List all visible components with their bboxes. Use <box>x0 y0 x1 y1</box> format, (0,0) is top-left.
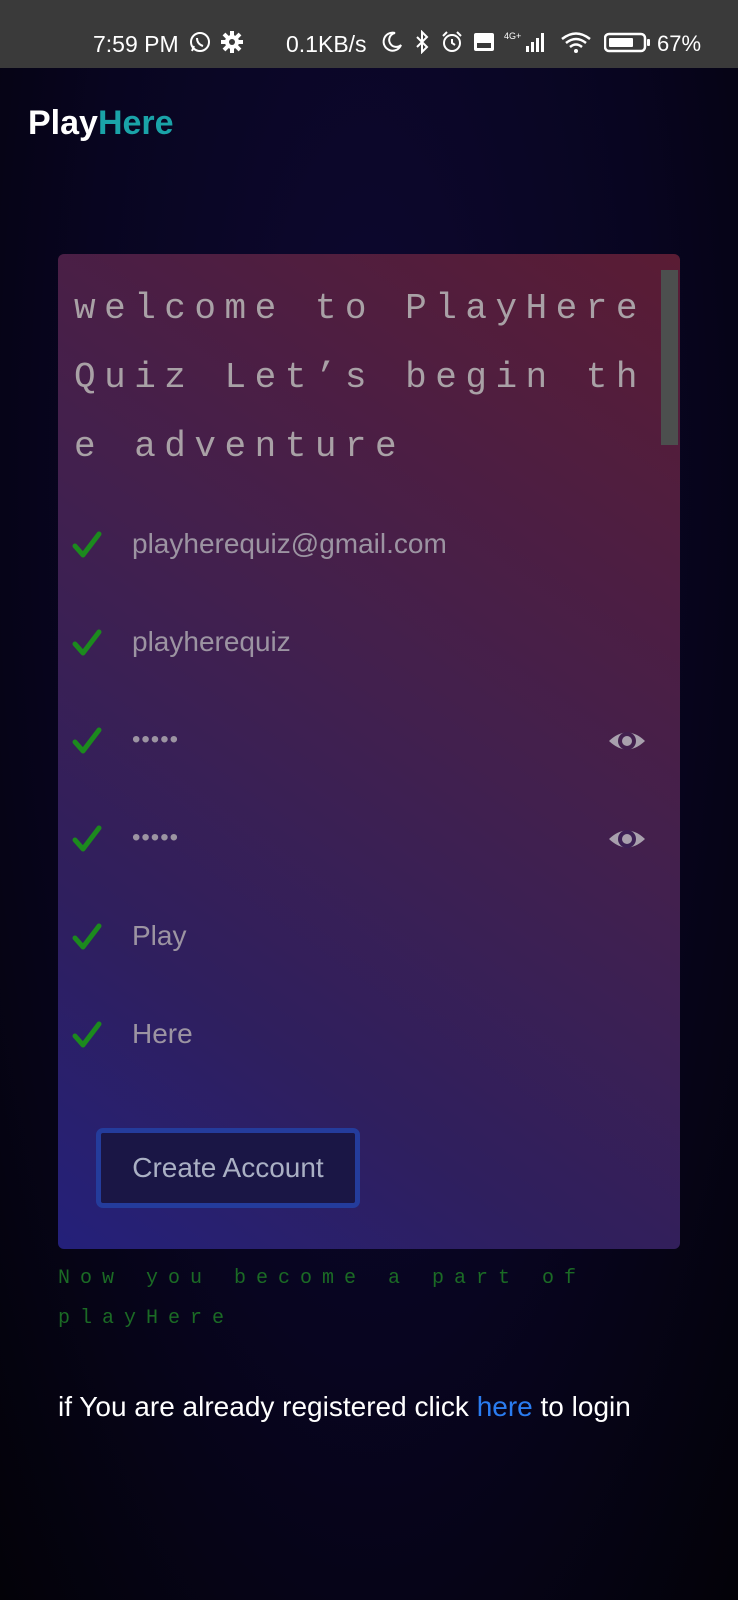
bluetooth-icon <box>416 30 429 54</box>
confirm-password-value: ••••• <box>132 824 180 851</box>
create-account-button[interactable]: Create Account <box>96 1128 360 1208</box>
brand-here: Here <box>97 104 174 142</box>
first-name-field[interactable]: Play <box>72 916 662 966</box>
username-field[interactable]: playherequiz <box>72 622 662 672</box>
eye-icon[interactable] <box>608 822 646 856</box>
moon-icon <box>382 31 402 52</box>
alarm-icon <box>442 31 462 52</box>
welcome-heading: welcome to PlayHere Quiz Let’s begin the… <box>74 288 646 467</box>
brand-play: Play <box>28 104 98 142</box>
login-prompt: if You are already registered click here… <box>58 1391 631 1423</box>
network-speed: 0.1KB/s <box>286 31 367 57</box>
check-icon <box>72 1021 102 1048</box>
login-prompt-suffix: to login <box>532 1391 631 1422</box>
login-link[interactable]: here <box>477 1391 533 1422</box>
signal-icon: 4G+ <box>504 31 544 52</box>
wifi-icon <box>561 32 591 53</box>
battery-percentage: 67% <box>657 31 702 56</box>
email-value: playherequiz@gmail.com <box>132 528 447 559</box>
whatsapp-icon <box>190 32 210 52</box>
last-name-value: Here <box>132 1018 193 1049</box>
first-name-value: Play <box>132 920 187 951</box>
check-icon <box>72 531 102 558</box>
svg-text:4G+: 4G+ <box>504 31 521 41</box>
volte-icon <box>474 33 494 51</box>
settings-icon <box>221 31 243 53</box>
last-name-field[interactable]: Here <box>72 1014 662 1064</box>
status-time: 7:59 PM <box>93 31 179 57</box>
username-value: playherequiz <box>132 626 291 657</box>
login-prompt-prefix: if You are already registered click <box>58 1391 477 1422</box>
signup-card: welcome to PlayHere Quiz Let’s begin the… <box>58 254 680 1249</box>
password-field[interactable]: ••••• <box>72 720 662 770</box>
check-icon <box>72 923 102 950</box>
check-icon <box>72 727 102 754</box>
status-bar: 7:59 PM 0.1KB/s 4G+ 67% <box>0 0 738 68</box>
password-value: ••••• <box>132 726 180 753</box>
success-message: Now you become a part of playHere <box>58 1267 587 1330</box>
confirm-password-field[interactable]: ••••• <box>72 818 662 868</box>
check-icon <box>72 825 102 852</box>
check-icon <box>72 629 102 656</box>
app-logo: PlayHere <box>28 104 174 143</box>
eye-icon[interactable] <box>608 724 646 758</box>
email-field[interactable]: playherequiz@gmail.com <box>72 524 662 574</box>
battery-icon <box>604 32 650 53</box>
